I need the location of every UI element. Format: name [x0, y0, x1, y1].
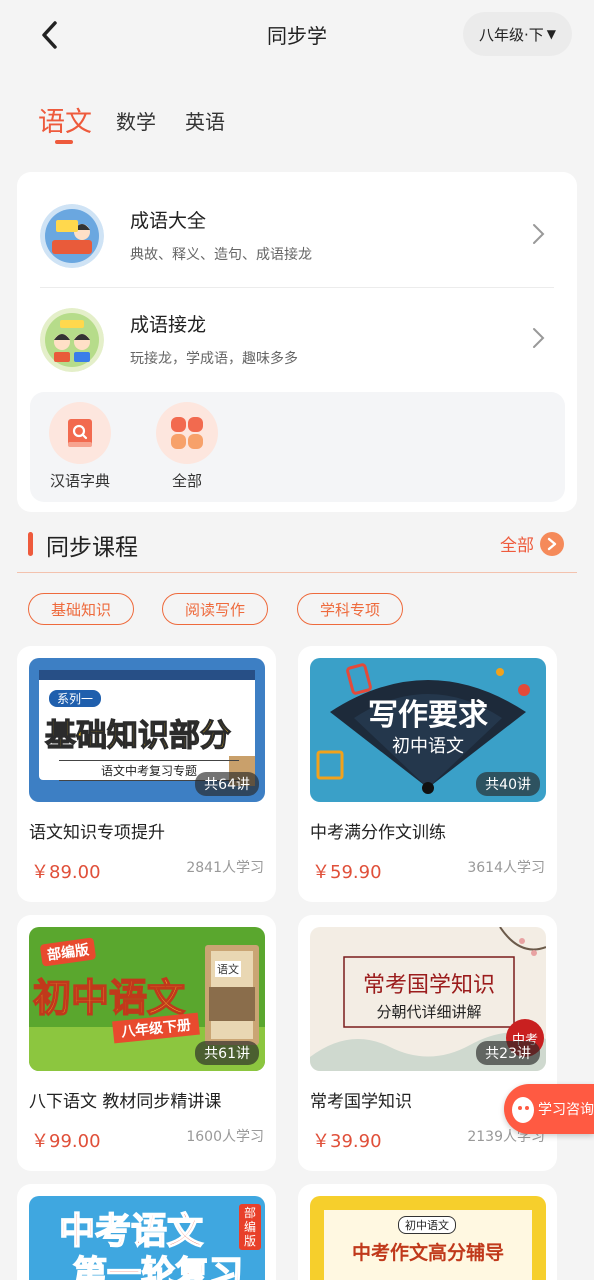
course-students: 1600人学习 — [186, 1129, 264, 1145]
tool-all[interactable]: 全部 — [139, 402, 235, 491]
idiom-encyclopedia-icon — [40, 204, 104, 268]
course-card[interactable]: 常考国学知识 分朝代详细讲解 中考 共23讲 常考国学知识 ￥39.90 213… — [298, 915, 557, 1171]
grade-label: 八年级·下 — [478, 25, 544, 44]
thumb-headline: 写作要求 — [368, 698, 488, 733]
course-card[interactable]: 系列一 基础知识部分 语文中考复习专题 共64讲 语文知识专项提升 ￥89.00… — [17, 646, 276, 902]
feature-title: 成语接龙 — [130, 314, 207, 336]
edition-tag: 部编版 — [239, 1204, 261, 1250]
dictionary-icon — [49, 402, 111, 464]
grade-selector[interactable]: 八年级·下 ▼ — [462, 12, 572, 56]
course-card[interactable]: 部编版 初中语文 八年级下册 语文 共61讲 八下语文 教材同步精讲课 ￥99.… — [17, 915, 276, 1171]
series-tag: 系列一 — [49, 690, 102, 707]
course-thumbnail: 部编版 初中语文 八年级下册 语文 共61讲 — [29, 927, 265, 1071]
tool-label: 全部 — [171, 472, 202, 490]
course-thumbnail: 常考国学知识 分朝代详细讲解 中考 共23讲 — [310, 927, 546, 1071]
course-card[interactable]: 中考语文 第一轮复习 部编版 — [17, 1184, 276, 1280]
idiom-chain-icon — [40, 308, 104, 372]
course-thumbnail: 写作要求 初中语文 共40讲 — [310, 658, 546, 802]
course-price: ￥39.90 — [312, 1131, 382, 1152]
course-thumbnail: 中考语文 第一轮复习 部编版 — [29, 1196, 265, 1280]
chip-reading-writing[interactable]: 阅读写作 — [162, 593, 269, 625]
course-title: 常考国学知识 — [310, 1092, 412, 1112]
course-price: ￥99.00 — [31, 1131, 101, 1152]
section-divider — [17, 572, 577, 573]
section-all-link[interactable]: 全部 — [500, 531, 564, 556]
course-thumbnail: 系列一 基础知识部分 语文中考复习专题 共64讲 — [29, 658, 265, 802]
category-tag: 初中语文 — [398, 1216, 456, 1234]
thumb-subtitle: 分朝代详细讲解 — [376, 1003, 482, 1021]
feature-subtitle: 典故、释义、造句、成语接龙 — [130, 247, 312, 263]
course-price: ￥89.00 — [31, 862, 101, 883]
course-students: 2841人学习 — [186, 860, 264, 876]
thumb-subtitle: 初中语文 — [392, 736, 464, 757]
feature-subtitle: 玩接龙，学成语，趣味多多 — [130, 351, 298, 367]
chevron-right-icon — [533, 328, 545, 348]
tool-chinese-dictionary[interactable]: 汉语字典 — [32, 402, 128, 491]
lesson-count: 共64讲 — [195, 772, 259, 796]
course-title: 八下语文 教材同步精讲课 — [29, 1092, 222, 1112]
consult-label: 学习咨询 — [538, 1102, 594, 1118]
thumb-headline: 中考作文高分辅导 — [351, 1242, 504, 1264]
consult-button[interactable]: 学习咨询 — [504, 1084, 594, 1134]
thumb-headline: 常考国学知识 — [362, 973, 495, 998]
grid-icon — [156, 402, 218, 464]
section-all-label: 全部 — [500, 536, 534, 556]
course-price: ￥59.90 — [312, 862, 382, 883]
feature-idiom-encyclopedia[interactable]: 成语大全 典故、释义、造句、成语接龙 — [40, 188, 554, 284]
lesson-count: 共40讲 — [476, 772, 540, 796]
tool-label: 汉语字典 — [49, 472, 110, 490]
thumb-headline: 基础知识部分 — [44, 717, 231, 754]
divider — [40, 287, 554, 288]
course-students: 3614人学习 — [467, 860, 545, 876]
arrow-right-circle-icon — [540, 531, 564, 556]
thumb-headline: 初中语文 — [32, 975, 186, 1021]
section-title: 同步课程 — [46, 535, 138, 561]
tab-chinese[interactable]: 语文 — [38, 100, 92, 139]
caret-down-icon: ▼ — [546, 27, 556, 41]
lesson-count: 共23讲 — [476, 1041, 540, 1065]
section-accent-bar — [28, 532, 33, 556]
feature-title: 成语大全 — [130, 210, 207, 232]
course-title: 语文知识专项提升 — [29, 823, 165, 843]
chevron-right-icon — [533, 224, 545, 244]
course-card[interactable]: 写作要求 初中语文 共40讲 中考满分作文训练 ￥59.90 3614人学习 — [298, 646, 557, 902]
mascot-icon — [512, 1097, 534, 1123]
course-thumbnail: 初中语文 中考作文高分辅导 — [310, 1196, 546, 1280]
tab-active-indicator — [55, 140, 73, 144]
chip-subject-special[interactable]: 学科专项 — [297, 593, 404, 625]
feature-idiom-chain[interactable]: 成语接龙 玩接龙，学成语，趣味多多 — [40, 292, 554, 388]
chip-basic-knowledge[interactable]: 基础知识 — [28, 593, 135, 625]
lesson-count: 共61讲 — [195, 1041, 259, 1065]
tab-english[interactable]: 英语 — [185, 106, 225, 135]
thumb-subtitle: 第一轮复习 — [72, 1253, 244, 1280]
course-title: 中考满分作文训练 — [310, 823, 446, 843]
tab-math[interactable]: 数学 — [116, 106, 156, 135]
book-label: 语文 — [215, 961, 241, 977]
course-card[interactable]: 初中语文 中考作文高分辅导 — [298, 1184, 557, 1280]
